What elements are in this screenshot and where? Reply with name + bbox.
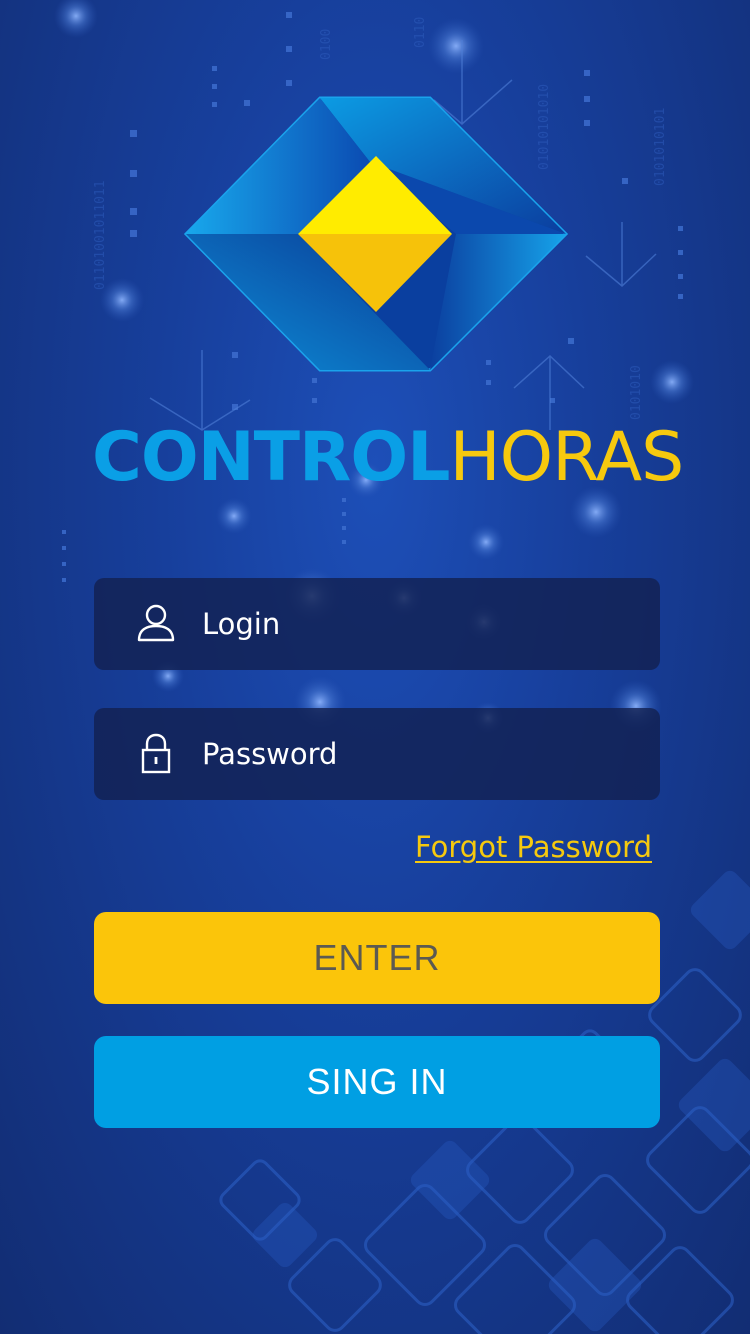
svg-text:0110: 0110 <box>413 17 428 48</box>
password-input[interactable] <box>202 726 622 782</box>
svg-text:01101001011011: 01101001011011 <box>93 180 108 290</box>
login-field[interactable] <box>94 578 660 670</box>
brand-wordmark: CONTROLHORAS <box>92 418 684 498</box>
brand-wordmark-part2: HORAS <box>449 418 685 497</box>
enter-button[interactable]: ENTER <box>94 912 660 1004</box>
user-icon <box>137 604 175 642</box>
brand-wordmark-part1: CONTROL <box>92 418 451 497</box>
forgot-password-link[interactable]: Forgot Password <box>415 830 652 864</box>
password-field[interactable] <box>94 708 660 800</box>
sign-in-button[interactable]: SING IN <box>94 1036 660 1128</box>
svg-text:0101010: 0101010 <box>629 365 644 420</box>
brand-logo-icon <box>183 96 569 372</box>
login-input[interactable] <box>202 596 622 652</box>
lock-icon <box>141 733 171 774</box>
svg-text:0100: 0100 <box>319 29 334 60</box>
svg-text:0101010101: 0101010101 <box>653 108 668 186</box>
